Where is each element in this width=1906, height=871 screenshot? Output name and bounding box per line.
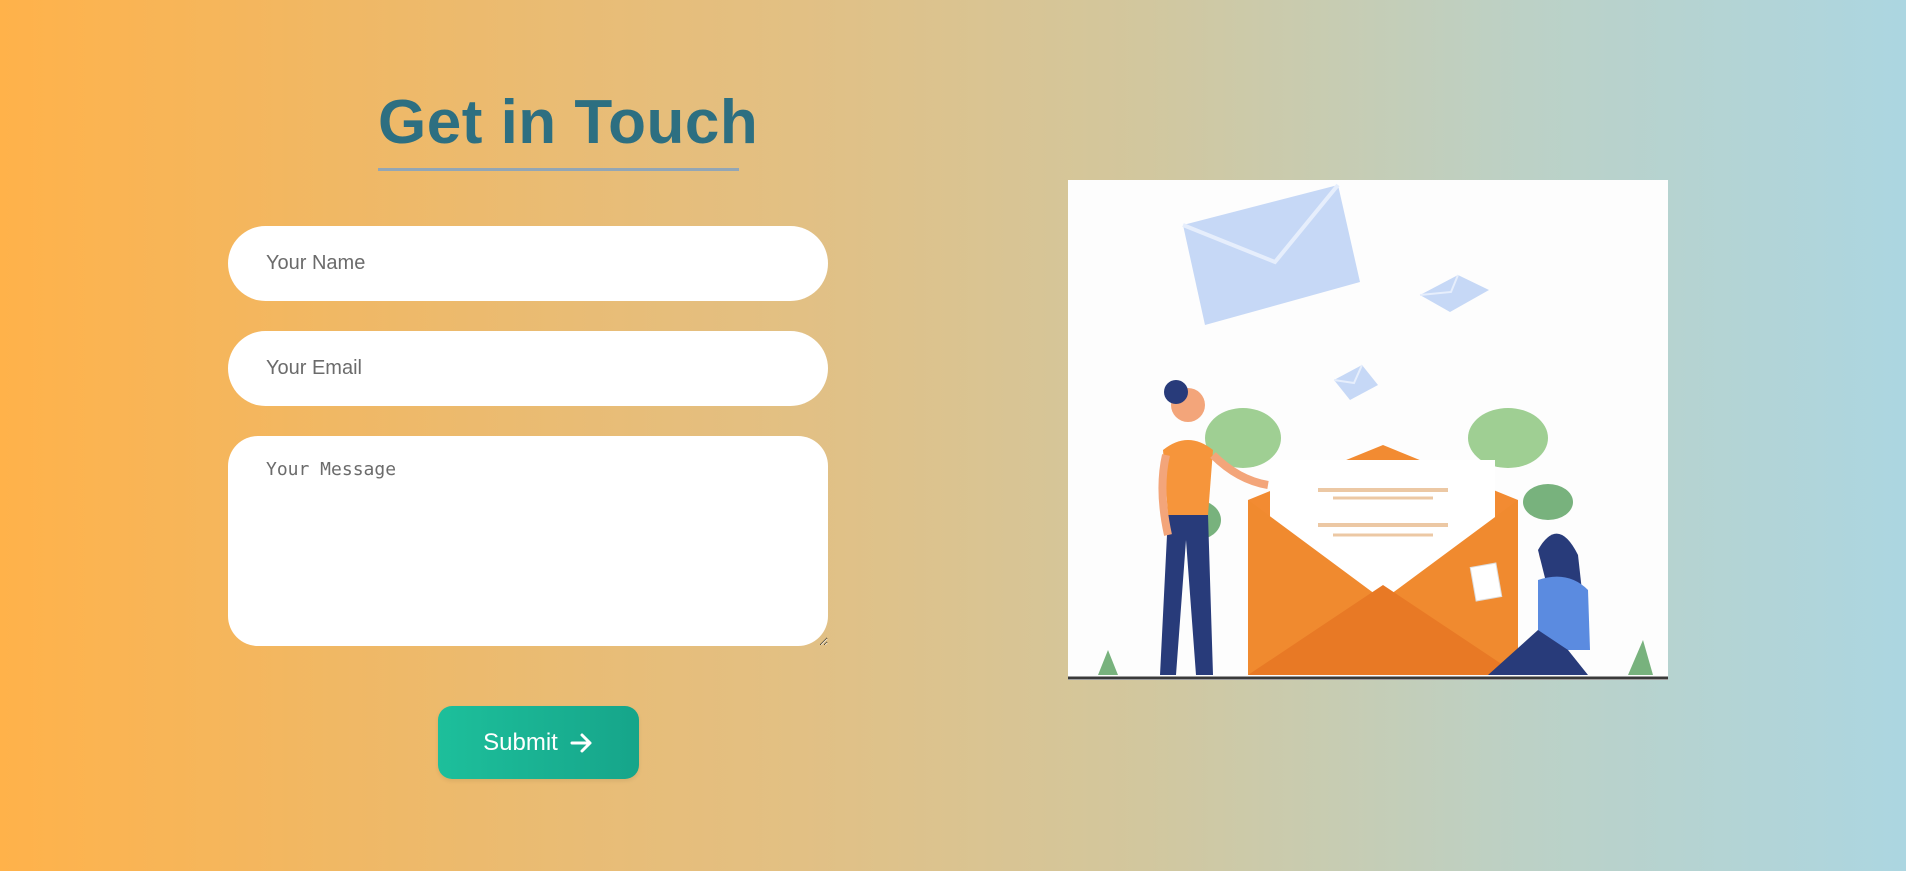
floating-envelope-large-icon [1182, 183, 1360, 325]
name-input[interactable] [228, 226, 828, 301]
floating-envelope-medium-icon [1419, 274, 1489, 312]
big-envelope-icon [1248, 445, 1518, 675]
email-input[interactable] [228, 331, 828, 406]
message-textarea[interactable] [228, 436, 828, 646]
contact-form: Get in Touch Submit [228, 0, 828, 871]
title-underline [378, 168, 739, 171]
submit-label: Submit [483, 728, 558, 756]
floating-envelope-small-icon [1333, 364, 1378, 400]
arrow-right-icon [570, 732, 594, 754]
envelope-illustration-icon [1068, 183, 1668, 680]
page-title: Get in Touch [378, 88, 759, 157]
title-block: Get in Touch [378, 84, 758, 171]
submit-button[interactable]: Submit [438, 706, 639, 779]
contact-illustration [1068, 180, 1668, 680]
